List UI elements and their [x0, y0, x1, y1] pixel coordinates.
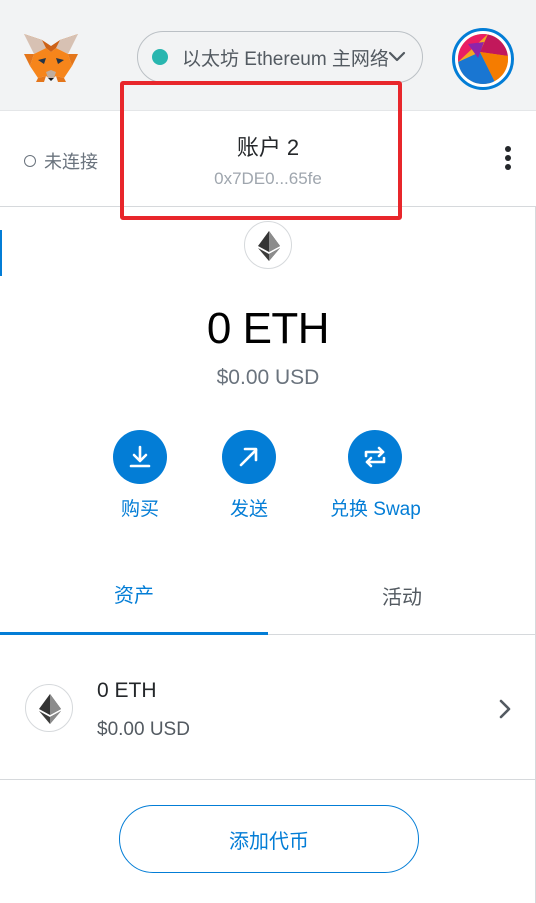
wallet-popup: 以太坊 Ethereum 主网络 未连接 账户 2 0x7DE0...65fe — [0, 0, 536, 903]
download-icon — [113, 430, 167, 484]
highlight-box — [120, 81, 402, 220]
metamask-fox-logo[interactable] — [22, 32, 80, 84]
send-label: 发送 — [229, 499, 268, 520]
send-button[interactable]: 发送 — [222, 430, 276, 521]
network-name: 以太坊 Ethereum 主网络 — [182, 48, 389, 70]
primary-balance: 0 ETH — [206, 304, 330, 353]
swap-button[interactable]: 兑换 Swap — [330, 430, 421, 521]
identicon-icon — [458, 34, 508, 84]
arrow-up-right-icon — [222, 430, 276, 484]
buy-button[interactable]: 购买 — [113, 430, 167, 521]
account-avatar[interactable] — [452, 28, 514, 90]
add-token-button[interactable]: 添加代币 — [119, 805, 419, 873]
asset-primary-balance: 0 ETH — [97, 679, 157, 702]
tab-assets[interactable]: 资产 — [0, 555, 268, 635]
eth-logo-icon — [244, 221, 292, 269]
tab-bar: 资产 活动 — [0, 555, 536, 635]
secondary-balance: $0.00 USD — [216, 366, 320, 389]
background-edge — [0, 230, 2, 276]
asset-list-item[interactable]: 0 ETH $0.00 USD — [0, 638, 536, 780]
tab-activity[interactable]: 活动 — [268, 555, 536, 635]
chevron-right-icon — [499, 699, 511, 719]
account-bar: 未连接 账户 2 0x7DE0...65fe — [0, 81, 536, 220]
network-selector[interactable]: 以太坊 Ethereum 主网络 — [137, 31, 423, 83]
asset-secondary-balance: $0.00 USD — [97, 719, 190, 740]
swap-arrows-icon — [348, 430, 403, 484]
network-status-dot — [152, 49, 168, 65]
swap-label: 兑换 Swap — [330, 499, 421, 520]
eth-logo-icon — [25, 684, 73, 732]
chevron-down-icon — [388, 51, 406, 62]
kebab-menu-icon[interactable] — [500, 146, 516, 174]
buy-label: 购买 — [120, 499, 159, 520]
